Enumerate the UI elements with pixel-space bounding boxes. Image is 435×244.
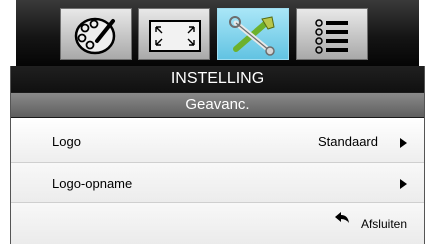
menu-panel: INSTELLING Geavanc. Logo Standaard Logo-… bbox=[10, 66, 425, 244]
submenu-arrow-icon bbox=[400, 138, 407, 148]
palette-brush-icon bbox=[74, 17, 116, 55]
return-arrow-icon bbox=[335, 212, 349, 223]
menu-row-logo[interactable]: Logo Standaard bbox=[11, 118, 424, 163]
menu-tab-bar bbox=[16, 0, 419, 66]
exit-label: Afsluiten bbox=[360, 217, 407, 231]
row-label: Logo-opname bbox=[52, 176, 133, 191]
tab-settings[interactable] bbox=[217, 8, 289, 60]
menu-row-exit[interactable]: Afsluiten bbox=[11, 203, 424, 244]
screen-resize-icon bbox=[149, 20, 201, 52]
submenu-arrow-icon bbox=[400, 179, 407, 189]
row-value: Standaard bbox=[318, 134, 378, 149]
menu-subtitle: Geavanc. bbox=[11, 93, 424, 117]
options-list-icon bbox=[315, 19, 348, 54]
tools-settings-icon bbox=[229, 16, 275, 56]
tab-image[interactable] bbox=[60, 8, 132, 60]
menu-row-logo-capture[interactable]: Logo-opname bbox=[11, 163, 424, 203]
osd-menu: INSTELLING Geavanc. Logo Standaard Logo-… bbox=[0, 0, 435, 244]
menu-title: INSTELLING bbox=[11, 66, 424, 92]
tab-options[interactable] bbox=[296, 8, 368, 60]
row-label: Logo bbox=[52, 134, 81, 149]
tab-screen[interactable] bbox=[138, 8, 210, 60]
